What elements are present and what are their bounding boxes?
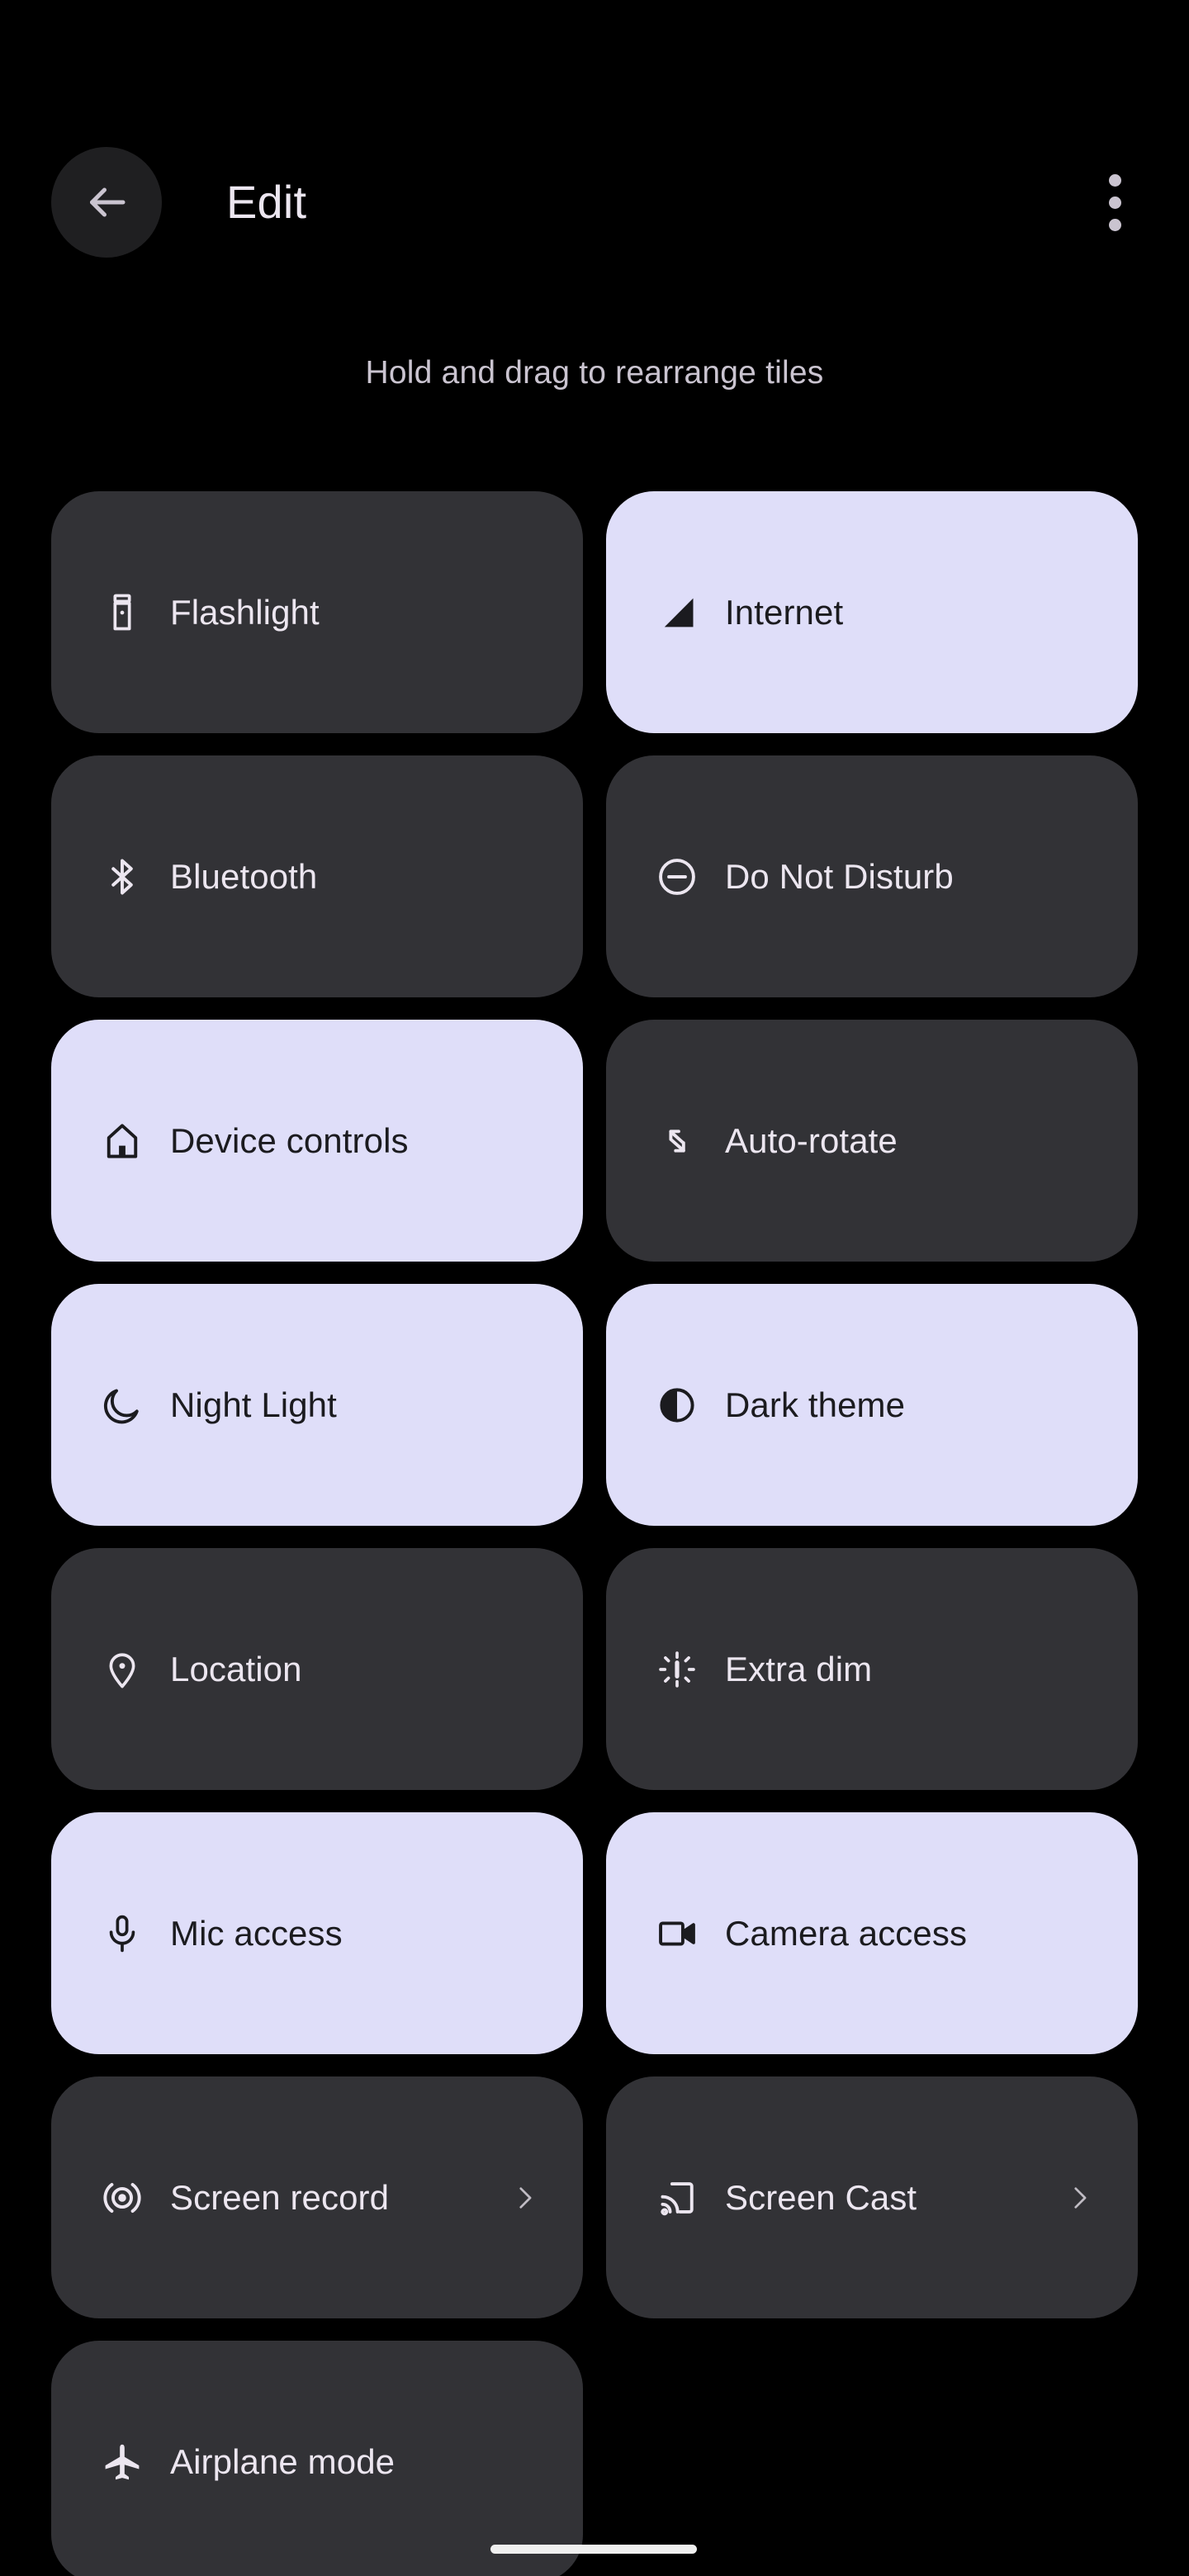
tile-label: Internet	[725, 592, 844, 632]
back-button[interactable]	[51, 147, 162, 258]
microphone-icon	[99, 1911, 145, 1957]
chevron-right-icon[interactable]	[1065, 2184, 1093, 2212]
tile-label: Screen record	[170, 2177, 390, 2217]
tile-night-light[interactable]: Night Light	[51, 1284, 583, 1526]
tile-label: Location	[170, 1649, 302, 1688]
flashlight-icon	[99, 590, 145, 636]
tile-camera-access[interactable]: Camera access	[606, 1812, 1138, 2054]
tile-dark-theme[interactable]: Dark theme	[606, 1284, 1138, 1526]
app-header: Edit	[0, 147, 1189, 259]
overflow-dot	[1108, 196, 1121, 209]
tile-bluetooth[interactable]: Bluetooth	[51, 755, 583, 997]
page-title: Edit	[226, 176, 307, 228]
tile-label: Flashlight	[170, 592, 320, 632]
overflow-dot	[1108, 218, 1121, 231]
arrow-back-icon	[82, 178, 131, 227]
airplane-icon	[99, 2439, 145, 2485]
extra-dim-icon	[654, 1646, 700, 1693]
do-not-disturb-icon	[654, 854, 700, 900]
signal-internet-icon	[654, 590, 700, 636]
tile-label: Night Light	[170, 1385, 337, 1424]
tile-label: Mic access	[170, 1913, 343, 1953]
chevron-right-icon[interactable]	[510, 2184, 538, 2212]
tile-label: Airplane mode	[170, 2441, 396, 2481]
video-camera-icon	[654, 1911, 700, 1957]
home-gesture-pill[interactable]	[490, 2545, 697, 2554]
quick-settings-tile-grid: Flashlight Internet Bluetooth Do Not Dis…	[51, 491, 1138, 2576]
moon-icon	[99, 1382, 145, 1428]
dark-theme-icon	[654, 1382, 700, 1428]
tile-flashlight[interactable]: Flashlight	[51, 491, 583, 733]
tile-label: Dark theme	[725, 1385, 906, 1424]
auto-rotate-icon	[654, 1118, 700, 1164]
location-pin-icon	[99, 1646, 145, 1693]
tile-label: Screen Cast	[725, 2177, 917, 2217]
tile-screen-cast[interactable]: Screen Cast	[606, 2076, 1138, 2318]
more-vert-icon[interactable]	[1065, 153, 1164, 252]
home-icon	[99, 1118, 145, 1164]
tile-label: Device controls	[170, 1120, 409, 1160]
quick-settings-edit-screen: Edit Hold and drag to rearrange tiles Fl…	[0, 0, 1189, 2576]
screen-record-icon	[99, 2175, 145, 2221]
tile-label: Auto-rotate	[725, 1120, 898, 1160]
overflow-dot	[1108, 173, 1121, 187]
tile-label: Do Not Disturb	[725, 856, 954, 896]
tile-device-controls[interactable]: Device controls	[51, 1020, 583, 1262]
tile-auto-rotate[interactable]: Auto-rotate	[606, 1020, 1138, 1262]
tile-location[interactable]: Location	[51, 1548, 583, 1790]
cast-icon	[654, 2175, 700, 2221]
tile-do-not-disturb[interactable]: Do Not Disturb	[606, 755, 1138, 997]
tile-label: Camera access	[725, 1913, 968, 1953]
tile-internet[interactable]: Internet	[606, 491, 1138, 733]
instruction-text: Hold and drag to rearrange tiles	[365, 355, 824, 391]
tile-extra-dim[interactable]: Extra dim	[606, 1548, 1138, 1790]
tile-airplane-mode[interactable]: Airplane mode	[51, 2341, 583, 2576]
tile-mic-access[interactable]: Mic access	[51, 1812, 583, 2054]
tile-screen-record[interactable]: Screen record	[51, 2076, 583, 2318]
tile-label: Bluetooth	[170, 856, 318, 896]
tile-label: Extra dim	[725, 1649, 873, 1688]
bluetooth-icon	[99, 854, 145, 900]
